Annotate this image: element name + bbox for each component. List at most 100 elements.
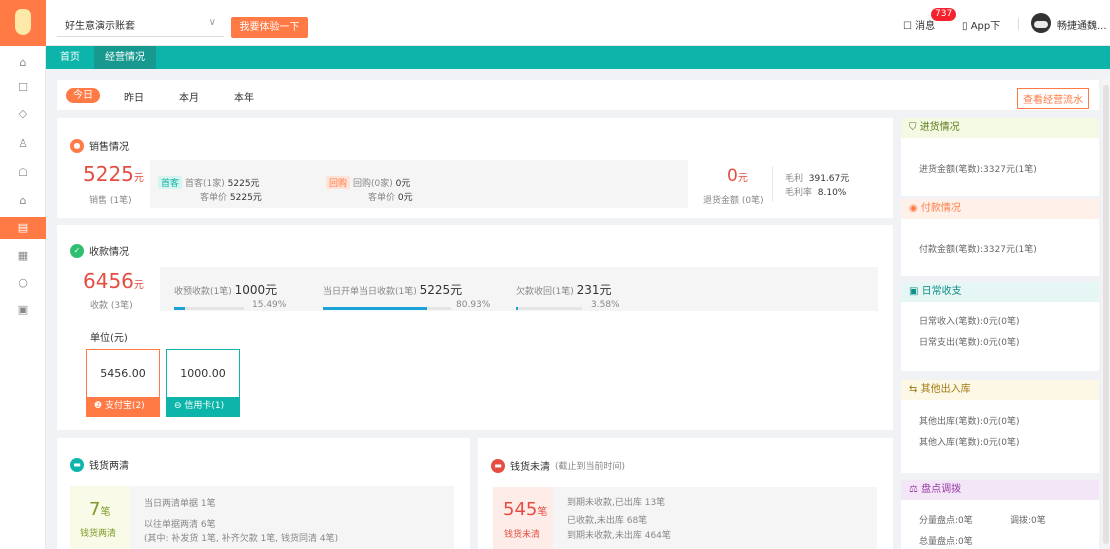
first-customer: 首客 首客(1家) 5225元 [158, 176, 260, 189]
logo[interactable] [0, 0, 46, 46]
sales-label: 销售 (1笔) [89, 196, 132, 206]
credit-card-amount: 1000.00 [180, 367, 226, 380]
account-select[interactable]: 好生意演示账套 ∨ [57, 17, 224, 37]
cleared-title: ▬ 钱货两清 [70, 457, 129, 472]
first-price: 客单价 5225元 [200, 190, 262, 203]
payment-icon: ◉ [909, 203, 918, 214]
purchase-panel: ⛉ 进货情况 进货金额(笔数):3327元(1笔) [901, 118, 1099, 196]
receipt-item-debt: 欠款收回(1笔) 231元 [516, 281, 612, 298]
period-year[interactable]: 本年 [234, 89, 254, 104]
messages-label: 消息 [915, 21, 936, 32]
doc-icon[interactable]: ▤ [0, 217, 46, 239]
margin-value: 8.10% [817, 188, 847, 198]
period-bar: 今日 昨日 本月 本年 查看经营流水 [57, 80, 1099, 110]
cart-icon: ⛉ [909, 122, 917, 133]
other-panel: ⇆ 其他出入库 其他出库(笔数):0元(0笔) 其他入库(笔数):0元(0笔) [901, 380, 1099, 473]
uncleared-line-3: 到期未收款,未出库 464笔 [567, 531, 671, 541]
gross-margin: 毛利率 8.10% [785, 185, 846, 198]
app-download-link[interactable]: ▯ App下 [962, 17, 1000, 32]
period-yesterday[interactable]: 昨日 [124, 89, 144, 104]
repeat-tag: 回购 [326, 176, 351, 189]
receipts-title-text: 收款情况 [89, 247, 129, 258]
repeat-price-value: 0元 [397, 193, 413, 203]
uncleared-label: 钱货未清 [504, 530, 541, 540]
gross-label: 毛利 [785, 174, 804, 184]
messages-badge: 737 [931, 8, 957, 21]
receipts-card: ✓ 收款情况 6456元 收款 (3笔) 收预收款(1笔) 1000元 15.4… [57, 225, 893, 430]
alipay-label-text: 支付宝(2) [104, 401, 145, 411]
scrollbar[interactable] [1102, 75, 1110, 549]
cleared-count: 7笔 [89, 499, 110, 520]
box-icon[interactable]: ◇ [12, 103, 34, 125]
tab-business[interactable]: 经营情况 [94, 46, 156, 69]
home-icon[interactable]: ⌂ [12, 52, 34, 74]
receipt-item-value: 231元 [576, 283, 612, 297]
uncleared-icon: ▬ [491, 458, 505, 473]
house-icon[interactable]: ⌂ [12, 190, 34, 212]
chevron-down-icon: ∨ [208, 17, 216, 28]
daily-header: ▣ 日常收支 [901, 282, 1099, 302]
receipt-bar-prepay [174, 307, 244, 310]
return-amount: 0元 [727, 166, 748, 186]
lock-icon[interactable]: ☖ [12, 162, 34, 184]
receipts-amount: 6456元 [83, 269, 144, 293]
cleared-count-value: 7 [89, 499, 101, 520]
period-today[interactable]: 今日 [66, 88, 100, 103]
stock-line-3: 总量盘点:0笔 [919, 537, 973, 547]
divider [772, 166, 773, 202]
uncleared-count-box: 545笔 钱货未清 [493, 487, 553, 549]
payment-line: 付款金额(笔数):3327元(1笔) [919, 245, 1037, 255]
account-name: 好生意演示账套 [65, 21, 135, 32]
payment-panel: ◉ 付款情况 付款金额(笔数):3327元(1笔) [901, 199, 1099, 276]
credit-card-label: ⊖ 信用卡(1) [167, 397, 239, 416]
avatar[interactable] [1031, 13, 1051, 33]
repeat-text: 回购(0家) [353, 179, 393, 189]
first-value: 5225元 [227, 179, 260, 189]
tab-home[interactable]: 首页 [49, 46, 91, 69]
refresh-icon[interactable]: ○ [12, 272, 34, 294]
purchase-header: ⛉ 进货情况 [901, 118, 1099, 138]
payment-method-credit-card[interactable]: 1000.00 ⊖ 信用卡(1) [166, 349, 240, 417]
uncleared-count: 545笔 [503, 499, 547, 520]
repeat-value: 0元 [395, 179, 411, 189]
ledger-icon: ▣ [909, 286, 919, 297]
sales-title-text: 销售情况 [89, 142, 129, 153]
username[interactable]: 畅捷通魏... [1057, 17, 1107, 32]
other-out: 其他出库(笔数):0元(0笔) [919, 417, 1020, 427]
first-price-label: 客单价 [200, 193, 228, 203]
try-button[interactable]: 我要体验一下 [231, 17, 308, 38]
stock-line-1: 分量盘点:0笔 [919, 516, 973, 526]
receipt-item-sameday: 当日开单当日收款(1笔) 5225元 [323, 281, 462, 298]
alipay-amount: 5456.00 [100, 367, 146, 380]
view-flow-button[interactable]: 查看经营流水 [1017, 88, 1089, 109]
return-amount-value: 0 [727, 166, 738, 186]
first-tag: 首客 [158, 176, 183, 189]
sales-amount-value: 5225 [83, 162, 134, 186]
alipay-label: ❷ 支付宝(2) [87, 397, 159, 416]
receipts-amount-value: 6456 [83, 269, 134, 293]
sales-title: ● 销售情况 [70, 138, 129, 153]
cleared-details: 当日两清单据 1笔 以往单据两清 6笔 (其中: 补发货 1笔, 补齐欠款 1笔… [130, 486, 454, 549]
uncleared-line-2: 已收款,未出库 68笔 [567, 516, 648, 526]
report-icon[interactable]: ▦ [12, 245, 34, 267]
uncleared-line-1: 到期未收款,已出库 13笔 [567, 498, 666, 508]
repeat-price: 客单价 0元 [368, 190, 413, 203]
purchase-line: 进货金额(笔数):3327元(1笔) [919, 165, 1037, 175]
messages-link[interactable]: ☐ 消息 [903, 17, 935, 32]
list-icon[interactable]: ▣ [12, 299, 34, 321]
unit-label: 单位(元) [90, 333, 128, 344]
receipt-pct-debt: 3.58% [591, 300, 620, 310]
uncleared-count-unit: 笔 [537, 507, 548, 518]
bag-icon[interactable]: ♙ [12, 133, 34, 155]
uncleared-count-value: 545 [503, 499, 538, 520]
gift-icon[interactable]: ☐ [12, 77, 34, 99]
receipt-item-label: 当日开单当日收款(1笔) [323, 287, 417, 297]
payment-method-alipay[interactable]: 5456.00 ❷ 支付宝(2) [86, 349, 160, 417]
cleared-line-1: 当日两清单据 1笔 [144, 499, 216, 509]
receipts-amount-unit: 元 [133, 280, 144, 291]
period-month[interactable]: 本月 [179, 89, 199, 104]
stock-icon: ⚖ [909, 484, 918, 495]
uncleared-title-text: 钱货未清 [510, 462, 550, 473]
return-amount-unit: 元 [737, 173, 748, 184]
return-label: 退货金额 (0笔) [703, 196, 764, 206]
